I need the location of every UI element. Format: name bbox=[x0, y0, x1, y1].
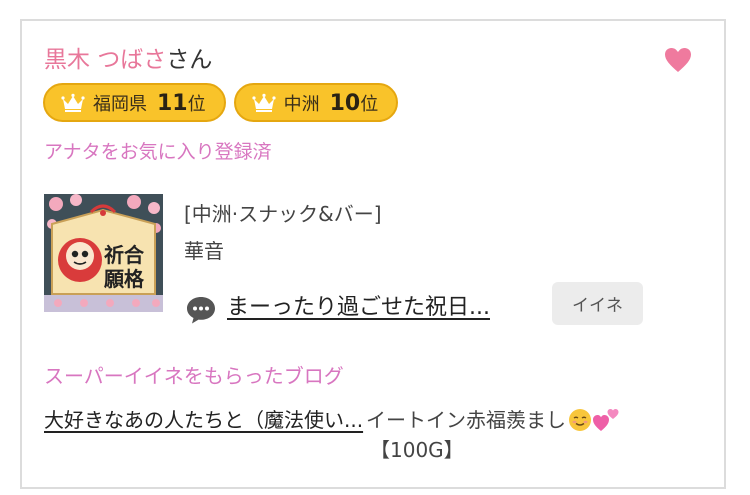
speech-bubble-icon bbox=[187, 297, 215, 324]
user-card: 黒木 つばささん 福岡県 11位 中洲 10位 アナタをお気に入り登録済 祈合 … bbox=[20, 19, 726, 489]
shop-thumbnail[interactable]: 祈合 願格 bbox=[44, 194, 163, 312]
ranking-badges: 福岡県 11位 中洲 10位 bbox=[43, 83, 399, 123]
super-iine-amount: 【100G】 bbox=[370, 438, 464, 462]
rank-number: 11 bbox=[157, 90, 188, 116]
ema-plaque-image: 祈合 願格 bbox=[44, 194, 163, 312]
user-name-row[interactable]: 黒木 つばささん bbox=[44, 43, 212, 77]
super-iine-heading: スーパーイイネをもらったブログ bbox=[44, 364, 344, 388]
rank-area: 福岡県 bbox=[93, 93, 147, 115]
rank-suffix: 位 bbox=[360, 93, 379, 115]
user-name[interactable]: 黒木 つばさ bbox=[44, 47, 166, 73]
rank-suffix: 位 bbox=[187, 93, 206, 115]
rank-badge-prefecture[interactable]: 福岡県 11位 bbox=[43, 83, 226, 122]
svg-text:願格: 願格 bbox=[104, 267, 145, 291]
shop-name[interactable]: 華音 bbox=[184, 235, 224, 264]
plaque-lettering: 祈合 bbox=[104, 243, 145, 267]
iine-button[interactable]: イイネ bbox=[552, 282, 643, 325]
rank-area: 中洲 bbox=[283, 93, 320, 115]
crown-icon bbox=[61, 93, 85, 112]
relieved-face-icon bbox=[569, 409, 591, 431]
super-iine-blog-link[interactable]: 大好きなあの人たちと（魔法使い... bbox=[44, 405, 364, 435]
crown-icon bbox=[252, 93, 276, 112]
super-iine-sender-text: イートイン赤福羨まし bbox=[366, 408, 566, 432]
latest-blog-link[interactable]: まーったり過ごせた祝日... bbox=[227, 289, 490, 321]
favorite-status-text: アナタをお気に入り登録済 bbox=[44, 141, 272, 163]
shop-category: [中洲·スナック&バー] bbox=[184, 202, 382, 226]
heart-icon[interactable] bbox=[664, 47, 692, 73]
rank-badge-area[interactable]: 中洲 10位 bbox=[233, 83, 399, 122]
two-hearts-icon bbox=[593, 409, 619, 431]
super-iine-sender: イートイン赤福羨まし 【100G】 bbox=[366, 405, 686, 465]
rank-number: 10 bbox=[329, 90, 361, 116]
name-honorific: さん bbox=[166, 47, 213, 73]
